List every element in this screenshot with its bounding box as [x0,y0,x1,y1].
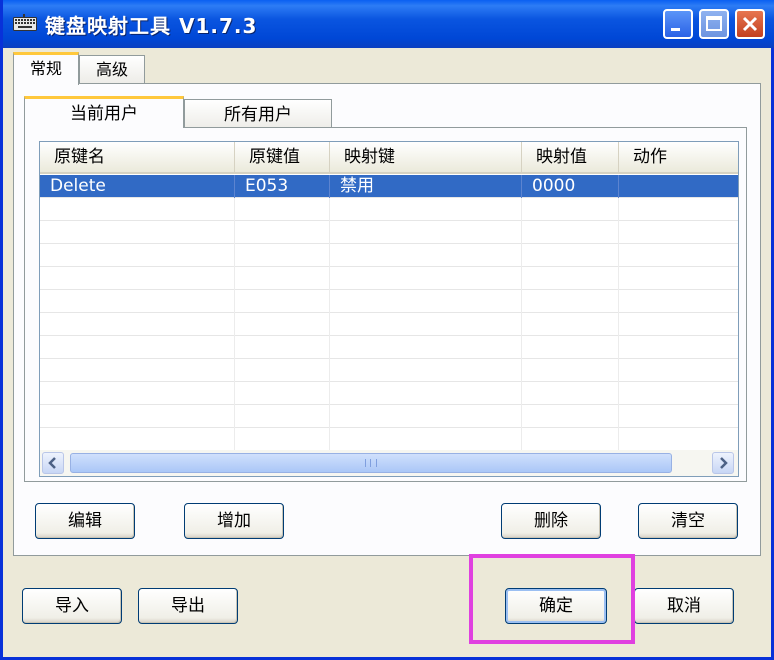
list-item [40,267,738,290]
column-header-mapped-value[interactable]: 映射值 [522,142,619,172]
tab-current-user[interactable]: 当前用户 [24,96,184,128]
list-item [40,221,738,244]
list-item [40,336,738,359]
cell-original-key: Delete [40,175,235,198]
table-row[interactable]: Delete E053 禁用 0000 [40,175,738,198]
cell-original-value: E053 [235,175,330,198]
title-bar[interactable]: 键盘映射工具 V1.7.3 [3,0,774,48]
scroll-thumb[interactable] [70,453,672,473]
column-header-original-value[interactable]: 原键值 [235,142,330,172]
column-divider [618,198,619,450]
list-item [40,198,738,221]
edit-button[interactable]: 编辑 [35,503,135,539]
list-item [40,428,738,451]
cell-mapped-key: 禁用 [330,175,522,198]
column-divider [521,198,522,450]
cell-action [619,175,738,198]
minimize-button[interactable] [663,9,693,39]
export-button[interactable]: 导出 [138,588,238,624]
clear-button[interactable]: 清空 [638,503,738,539]
column-header-original-key[interactable]: 原键名 [40,142,235,172]
add-button[interactable]: 增加 [184,503,284,539]
minimize-icon [671,28,680,31]
app-window: 键盘映射工具 V1.7.3 常规 高级 当前用户 所有用户 原键名 原键值 映射… [0,0,774,660]
cell-mapped-value: 0000 [522,175,619,198]
close-icon [742,16,758,32]
maximize-icon [706,16,722,31]
column-header-action[interactable]: 动作 [619,142,738,172]
list-item [40,382,738,405]
tab-general[interactable]: 常规 [13,52,79,85]
list-item [40,244,738,267]
tab-advanced[interactable]: 高级 [79,55,145,85]
list-header: 原键名 原键值 映射键 映射值 动作 [40,142,738,174]
list-item [40,290,738,313]
mapping-list[interactable]: 原键名 原键值 映射键 映射值 动作 Delete E053 禁用 0000 [39,141,739,477]
chevron-left-icon [48,457,56,469]
grip-icon [365,459,377,467]
window-title: 键盘映射工具 V1.7.3 [45,14,258,38]
delete-button[interactable]: 删除 [501,503,601,539]
cancel-button[interactable]: 取消 [634,588,734,624]
horizontal-scrollbar[interactable] [40,450,738,476]
close-button[interactable] [735,9,765,39]
scroll-left-button[interactable] [42,452,64,474]
column-divider [329,198,330,450]
list-item [40,313,738,336]
chevron-right-icon [720,457,728,469]
column-divider [234,198,235,450]
keyboard-icon [13,14,37,31]
maximize-button[interactable] [699,9,729,39]
list-item [40,405,738,428]
list-item [40,359,738,382]
ok-button[interactable]: 确定 [505,588,607,624]
import-button[interactable]: 导入 [22,588,122,624]
column-header-mapped-key[interactable]: 映射键 [330,142,522,172]
scroll-right-button[interactable] [712,452,734,474]
